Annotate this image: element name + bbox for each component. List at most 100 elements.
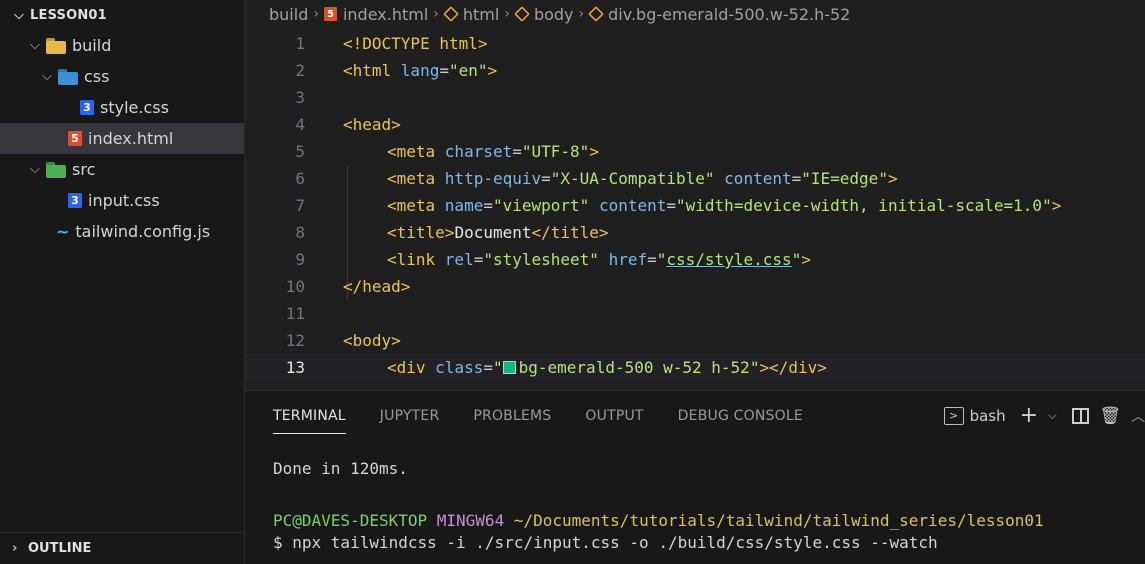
tab-jupyter[interactable]: JUPYTER [380, 408, 440, 424]
code-line[interactable]: 4 <head> [245, 111, 1145, 138]
breadcrumb-element[interactable]: div.bg-emerald-500.w-52.h-52 [608, 5, 850, 24]
line-number: 11 [285, 304, 305, 323]
code-line[interactable]: 5 <meta charset="UTF-8"> [245, 138, 1145, 165]
tab-output[interactable]: OUTPUT [585, 408, 643, 424]
code-token: "width=device-width, initial-scale=1.0" [676, 196, 1052, 215]
color-swatch-icon[interactable] [502, 361, 516, 374]
chevron-down-icon[interactable]: ⌵ [1048, 409, 1056, 423]
code-token: href [608, 250, 648, 269]
prompt-env: MINGW64 [436, 511, 505, 530]
chevron-right-icon: › [12, 541, 18, 556]
tab-terminal[interactable]: TERMINAL [273, 408, 346, 434]
chevron-down-icon: ⌵ [30, 38, 40, 53]
plus-icon[interactable]: + [1020, 403, 1038, 428]
code-token: " [656, 250, 667, 269]
code-token: Document [454, 223, 532, 242]
code-token: <meta [387, 169, 445, 188]
code-token: rel [444, 250, 474, 269]
terminal-prompt: PC@DAVES-DESKTOP MINGW64 ~/Documents/tut… [273, 511, 1145, 533]
tailwind-icon: ~ [56, 222, 70, 241]
breadcrumb-body[interactable]: body [534, 5, 574, 24]
tree-file-tailwind-config[interactable]: ~ tailwind.config.js [0, 216, 244, 247]
line-number: 1 [295, 34, 305, 53]
code-lines[interactable]: 1 <!DOCTYPE html> 2 <html lang="en"> 3 4… [245, 30, 1145, 381]
tree-item-label: css [84, 67, 110, 86]
code-token: " [749, 358, 760, 377]
folder-icon [46, 161, 66, 178]
code-token: <meta [387, 142, 445, 161]
code-token: "IE=edge" [801, 169, 888, 188]
line-number: 5 [295, 142, 305, 161]
terminal-output[interactable]: Done in 120ms. PC@DAVES-DESKTOP MINGW64 … [245, 441, 1145, 555]
code-line[interactable]: 9 <link rel="stylesheet" href="css/style… [245, 246, 1145, 273]
explorer-sidebar: ⌵ LESSON01 ⌵ build ⌵ css 3 style.css 5 i… [0, 0, 245, 564]
tree-folder-build[interactable]: ⌵ build [0, 30, 244, 61]
html-file-icon: 5 [68, 131, 82, 146]
shell-label[interactable]: bash [970, 407, 1006, 425]
line-number: 10 [285, 277, 305, 296]
code-line[interactable]: 11 [245, 300, 1145, 327]
code-token: "en" [448, 61, 488, 80]
tab-problems[interactable]: PROBLEMS [473, 408, 551, 424]
code-token: </head> [343, 277, 411, 296]
terminal-line: Done in 120ms. [273, 459, 408, 478]
prompt-user: PC@DAVES-DESKTOP [273, 511, 428, 530]
code-token: <title> [387, 223, 455, 242]
code-line[interactable]: 1 <!DOCTYPE html> [245, 30, 1145, 57]
code-token: http-equiv [444, 169, 542, 188]
breadcrumb-file[interactable]: index.html [343, 5, 428, 24]
terminal-command: $ npx tailwindcss -i ./src/input.css -o … [273, 533, 938, 552]
terminal-icon[interactable]: > [943, 406, 964, 425]
trash-icon[interactable]: 🗑 [1099, 406, 1121, 426]
code-token: charset [444, 142, 513, 161]
code-token: > [487, 61, 498, 80]
tree-file-style-css[interactable]: 3 style.css [0, 92, 244, 123]
line-number: 8 [295, 223, 305, 242]
explorer-root[interactable]: ⌵ LESSON01 [0, 0, 244, 30]
code-token: " [492, 358, 503, 377]
code-line[interactable]: 6 <meta http-equiv="X-UA-Compatible" con… [245, 165, 1145, 192]
line-number: 13 [285, 358, 305, 377]
tree-file-input-css[interactable]: 3 input.css [0, 185, 244, 216]
tab-debug-console[interactable]: DEBUG CONSOLE [678, 408, 803, 424]
code-line[interactable]: 3 [245, 84, 1145, 111]
code-token: "UTF-8" [521, 142, 590, 161]
breadcrumb: build › 5 index.html › html › body › div… [245, 0, 1145, 28]
code-line[interactable]: 10 </head> [245, 273, 1145, 300]
code-token: "viewport" [492, 196, 590, 215]
code-token: <!DOCTYPE html> [343, 34, 488, 53]
code-line[interactable]: 8 <title>Document</title> [245, 219, 1145, 246]
chevron-down-icon: ⌵ [14, 7, 25, 23]
code-line[interactable]: 2 <html lang="en"> [245, 57, 1145, 84]
line-number: 2 [295, 61, 305, 80]
tree-item-label: input.css [88, 191, 160, 210]
css-file-icon: 3 [68, 193, 82, 208]
panel-actions: > bash + ⌵ 🗑 ︿ [943, 403, 1145, 428]
outline-section[interactable]: › OUTLINE [0, 532, 245, 564]
element-icon [588, 6, 605, 22]
code-token: "X-UA-Compatible" [550, 169, 715, 188]
breadcrumb-folder[interactable]: build [269, 5, 308, 24]
tree-item-label: build [72, 36, 112, 55]
code-token: <link [387, 250, 445, 269]
line-number: 12 [285, 331, 305, 350]
element-icon [514, 6, 530, 22]
code-link[interactable]: css/style.css [666, 250, 791, 269]
split-terminal-icon[interactable] [1072, 407, 1090, 424]
chevron-up-icon[interactable]: ︿ [1131, 406, 1145, 426]
tree-folder-css[interactable]: ⌵ css [0, 61, 244, 92]
tree-item-label: src [72, 160, 96, 179]
code-line-current[interactable]: 13 <div class=" bg-emerald-500 w-52 h-52"… [245, 354, 1145, 381]
folder-icon [46, 37, 66, 54]
line-number: 4 [295, 115, 305, 134]
chevron-down-icon: ⌵ [42, 69, 52, 84]
code-editor[interactable]: build › 5 index.html › html › body › div… [245, 0, 1145, 390]
line-number: 7 [295, 196, 305, 215]
chevron-down-icon: ⌵ [30, 162, 40, 177]
code-line[interactable]: 12 <body> [245, 327, 1145, 354]
tree-file-index-html[interactable]: 5 index.html [0, 123, 244, 154]
tree-folder-src[interactable]: ⌵ src [0, 154, 244, 185]
code-line[interactable]: 7 <meta name="viewport" content="width=d… [245, 192, 1145, 219]
code-token: </title> [531, 223, 609, 242]
breadcrumb-html[interactable]: html [463, 5, 499, 24]
